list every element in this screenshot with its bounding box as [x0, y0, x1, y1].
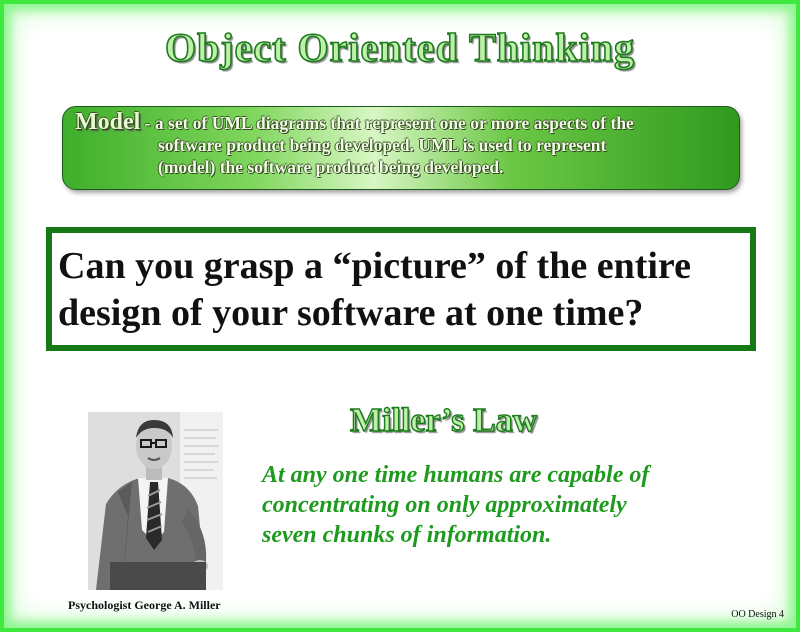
millers-law-line-1: At any one time humans are capable of [262, 462, 650, 488]
photo-caption: Psychologist George A. Miller [68, 598, 221, 612]
model-definition-line-3: (model) the software product being devel… [158, 157, 504, 177]
portrait-illustration [88, 412, 223, 590]
model-definition-box: Model - a set of UML diagrams that repre… [62, 106, 740, 190]
slide-footer: OO Design 4 [731, 609, 784, 620]
millers-law-text: At any one time humans are capable of co… [262, 460, 762, 550]
model-definition-first-line: - a set of UML diagrams that represent o… [140, 113, 634, 133]
question-box: Can you grasp a “picture” of the entire … [46, 227, 756, 351]
question-text: Can you grasp a “picture” of the entire … [58, 245, 691, 334]
slide-title: Object Oriented Thinking [164, 24, 635, 71]
millers-law-line-3: seven chunks of information. [262, 522, 552, 548]
millers-law-title: Miller’s Law [349, 401, 538, 439]
model-definition-line-1: Model - a set of UML diagrams that repre… [75, 109, 735, 135]
millers-law-line-2: concentrating on only approximately [262, 492, 627, 518]
model-definition-text: Model - a set of UML diagrams that repre… [75, 109, 735, 178]
model-term: Model [75, 109, 141, 135]
model-definition-line-2: software product being developed. UML is… [158, 135, 607, 155]
george-miller-photo [88, 412, 223, 590]
